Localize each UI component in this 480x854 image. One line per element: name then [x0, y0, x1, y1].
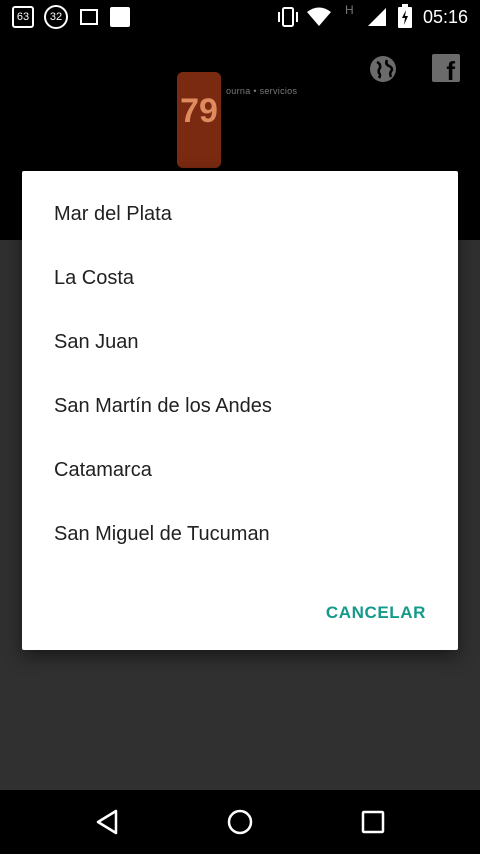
- home-icon[interactable]: [224, 806, 256, 838]
- vibrate-icon: [278, 7, 298, 27]
- network-type-label: H: [345, 3, 354, 17]
- city-picker-dialog: Mar del Plata La Costa San Juan San Mart…: [22, 171, 458, 650]
- cancel-button[interactable]: CANCELAR: [326, 603, 426, 623]
- city-option[interactable]: San Miguel de Tucuman: [22, 502, 458, 566]
- globe-icon[interactable]: [368, 54, 398, 84]
- city-option[interactable]: San Juan: [22, 310, 458, 374]
- clock: 05:16: [422, 7, 468, 27]
- app-logo: 79: [177, 72, 221, 168]
- status-bar: 63 32 H 05:16: [0, 0, 480, 34]
- logo-number: 79: [180, 92, 218, 130]
- city-option[interactable]: La Costa: [22, 246, 458, 310]
- notification-63-icon: 63: [12, 6, 34, 28]
- cell-signal-icon: [368, 8, 386, 26]
- app-notification-icon: [110, 7, 130, 27]
- image-notification-icon: [80, 9, 98, 25]
- city-option[interactable]: Catamarca: [22, 438, 458, 502]
- back-icon[interactable]: [92, 806, 124, 838]
- recent-apps-icon[interactable]: [357, 806, 389, 838]
- facebook-icon[interactable]: f: [432, 54, 460, 86]
- wifi-icon: [307, 7, 331, 26]
- city-option[interactable]: San Martín de los Andes: [22, 374, 458, 438]
- navigation-bar: [0, 790, 480, 854]
- notification-32-icon: 32: [44, 5, 68, 29]
- battery-charging-icon: [398, 4, 412, 28]
- city-option[interactable]: Mar del Plata: [22, 182, 458, 246]
- logo-tagline: ourna • servicios: [226, 86, 298, 96]
